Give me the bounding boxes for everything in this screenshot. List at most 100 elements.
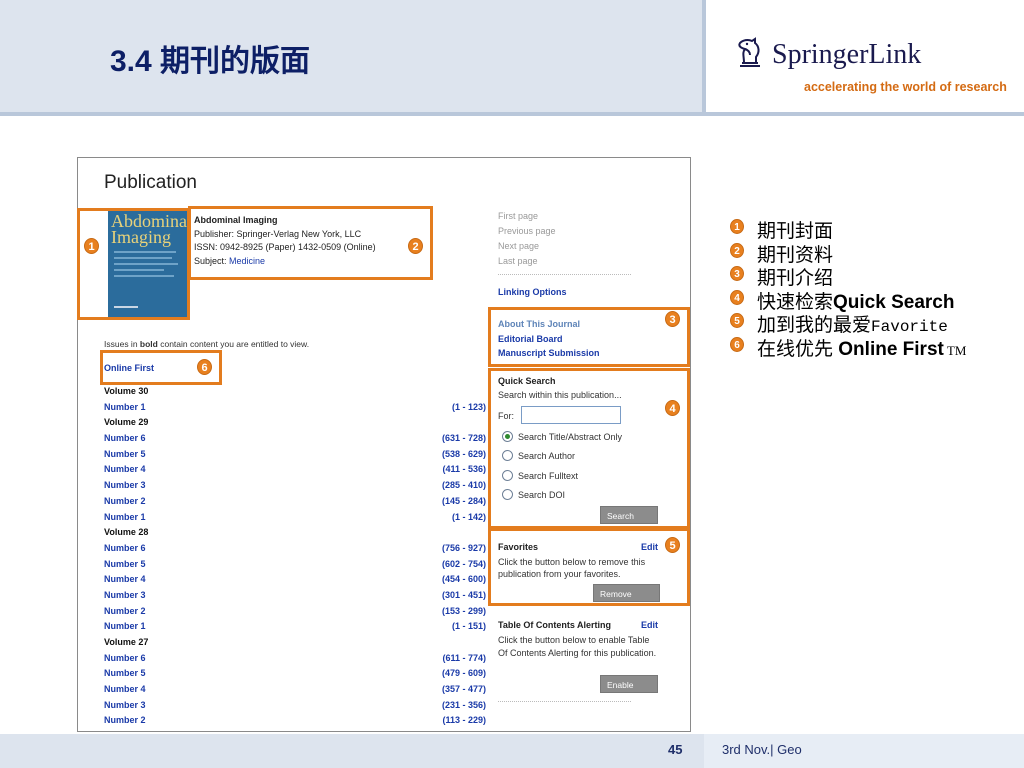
- issue-row[interactable]: Number 2 (153 - 299): [104, 605, 486, 621]
- issues-note-pre: Issues in: [104, 339, 140, 349]
- issue-row[interactable]: Number 1 (1 - 142): [104, 511, 486, 527]
- highlight-quick-search: [488, 368, 690, 529]
- issue-row[interactable]: Number 3 (301 - 451): [104, 589, 486, 605]
- issue-link[interactable]: Number 4: [104, 574, 146, 584]
- issue-link[interactable]: Number 3: [104, 700, 146, 710]
- page-range[interactable]: (611 - 774): [442, 653, 486, 663]
- issue-link[interactable]: Number 1: [104, 621, 146, 631]
- toc-alerting-edit-link[interactable]: Edit: [641, 620, 658, 630]
- issue-row[interactable]: Number 1 (1 - 151): [104, 620, 486, 636]
- page-range[interactable]: (231 - 356): [442, 700, 486, 710]
- page-range[interactable]: (479 - 609): [442, 668, 486, 678]
- page-range[interactable]: (756 - 927): [442, 543, 486, 553]
- page-range[interactable]: (1 - 142): [452, 512, 486, 522]
- page-range[interactable]: (411 - 536): [442, 464, 486, 474]
- issue-row[interactable]: Number 6 (631 - 728): [104, 432, 486, 448]
- page-range[interactable]: (357 - 477): [442, 684, 486, 694]
- issue-row[interactable]: Number 2 (113 - 229): [104, 714, 486, 730]
- page-range[interactable]: (153 - 299): [442, 606, 486, 616]
- issue-link[interactable]: Number 2: [104, 715, 146, 725]
- page-range[interactable]: (602 - 754): [442, 559, 486, 569]
- volume-list: Volume 30 Number 1 (1 - 123) Volume 29 Numbe…: [104, 385, 486, 730]
- divider: [498, 701, 631, 702]
- issues-note-post: contain content you are entitled to view…: [157, 339, 310, 349]
- legend-badge: 1: [730, 219, 744, 234]
- issue-link[interactable]: Number 3: [104, 480, 146, 490]
- page-range[interactable]: (631 - 728): [442, 433, 486, 443]
- page-range[interactable]: (301 - 451): [442, 590, 486, 600]
- issue-link[interactable]: Number 5: [104, 668, 146, 678]
- legend-badge: 6: [730, 336, 744, 352]
- issue-link[interactable]: Number 4: [104, 684, 146, 694]
- page-range[interactable]: (454 - 600): [442, 574, 486, 584]
- logo-name: SpringerLink: [772, 39, 922, 70]
- issue-link[interactable]: Number 4: [104, 464, 146, 474]
- issue-link[interactable]: Number 6: [104, 543, 146, 553]
- page-range[interactable]: (1 - 123): [452, 402, 486, 412]
- issue-link[interactable]: Number 6: [104, 653, 146, 663]
- issue-link[interactable]: Number 5: [104, 449, 146, 459]
- legend-label: 在线优先: [757, 338, 839, 360]
- highlight-cover: [77, 208, 190, 320]
- issue-row[interactable]: Number 5 (538 - 629): [104, 448, 486, 464]
- nav-last-page[interactable]: Last page: [498, 256, 538, 266]
- nav-next-page[interactable]: Next page: [498, 241, 539, 251]
- page-range[interactable]: (1 - 151): [452, 621, 486, 631]
- volume-row: Volume 27: [104, 636, 486, 652]
- issue-row[interactable]: Number 1 (1 - 123): [104, 401, 486, 417]
- callout-badge-4: 4: [665, 400, 680, 416]
- issues-note-bold: bold: [139, 339, 158, 349]
- issue-row[interactable]: Number 4 (454 - 600): [104, 573, 486, 589]
- issue-link[interactable]: Number 5: [104, 559, 146, 569]
- callout-badge-6: 6: [197, 359, 212, 375]
- trademark-mark: TM: [943, 342, 967, 358]
- slide-header-left: [0, 0, 702, 114]
- issue-row[interactable]: Number 2 (145 - 284): [104, 495, 486, 511]
- callout-badge-1: 1: [84, 238, 99, 254]
- header-divider: [702, 0, 706, 114]
- callout-badge-3: 3: [665, 311, 680, 327]
- issue-link[interactable]: Number 2: [104, 606, 146, 616]
- page-number: 45: [668, 742, 683, 757]
- issue-row[interactable]: Number 3 (231 - 356): [104, 699, 486, 715]
- volume-label: Volume 29: [104, 417, 149, 428]
- highlight-about: [488, 307, 690, 367]
- page-range[interactable]: (113 - 229): [442, 715, 486, 725]
- volume-row: Volume 30: [104, 385, 486, 401]
- toc-alerting-title: Table Of Contents Alerting: [498, 620, 612, 630]
- slide-title: 3.4 期刊的版面: [110, 45, 311, 78]
- volume-label: Volume 30: [104, 386, 149, 396]
- legend-text: 在线优先 Online First TM: [757, 334, 966, 361]
- issue-link[interactable]: Number 1: [104, 402, 146, 412]
- highlight-favorites: [488, 528, 690, 606]
- issue-link[interactable]: Number 1: [104, 512, 146, 522]
- volume-label: Volume 28: [104, 527, 149, 538]
- legend-badge: 4: [730, 289, 744, 305]
- issue-link[interactable]: Number 2: [104, 496, 146, 506]
- linking-options-link[interactable]: Linking Options: [498, 287, 567, 297]
- highlight-journal-info: [188, 206, 433, 280]
- nav-first-page[interactable]: First page: [498, 211, 538, 221]
- legend-badge: 2: [730, 242, 744, 258]
- volume-label: Volume 27: [104, 637, 149, 647]
- enable-alerting-button[interactable]: Enable: [600, 675, 658, 693]
- legend-english: Online First: [838, 338, 944, 360]
- horse-chess-icon: [738, 37, 760, 67]
- issue-link[interactable]: Number 3: [104, 590, 146, 600]
- issue-row[interactable]: Number 5 (602 - 754): [104, 558, 486, 574]
- callout-badge-2: 2: [408, 238, 423, 254]
- issue-row[interactable]: Number 6 (756 - 927): [104, 542, 486, 558]
- toc-alerting-text: Click the button below to enable Table O…: [498, 635, 657, 658]
- page-range[interactable]: (285 - 410): [442, 480, 486, 490]
- issue-row[interactable]: Number 5 (479 - 609): [104, 667, 486, 683]
- issue-link[interactable]: Number 6: [104, 433, 146, 443]
- issue-row[interactable]: Number 6 (611 - 774): [104, 652, 486, 668]
- issue-row[interactable]: Number 4 (357 - 477): [104, 683, 486, 699]
- logo-tagline: accelerating the world of research: [804, 80, 1007, 94]
- page-range[interactable]: (538 - 629): [442, 449, 486, 459]
- page-range[interactable]: (145 - 284): [442, 496, 486, 506]
- issue-row[interactable]: Number 4 (411 - 536): [104, 463, 486, 479]
- callout-badge-5: 5: [665, 537, 680, 553]
- issue-row[interactable]: Number 3 (285 - 410): [104, 479, 486, 495]
- nav-previous-page[interactable]: Previous page: [498, 226, 556, 236]
